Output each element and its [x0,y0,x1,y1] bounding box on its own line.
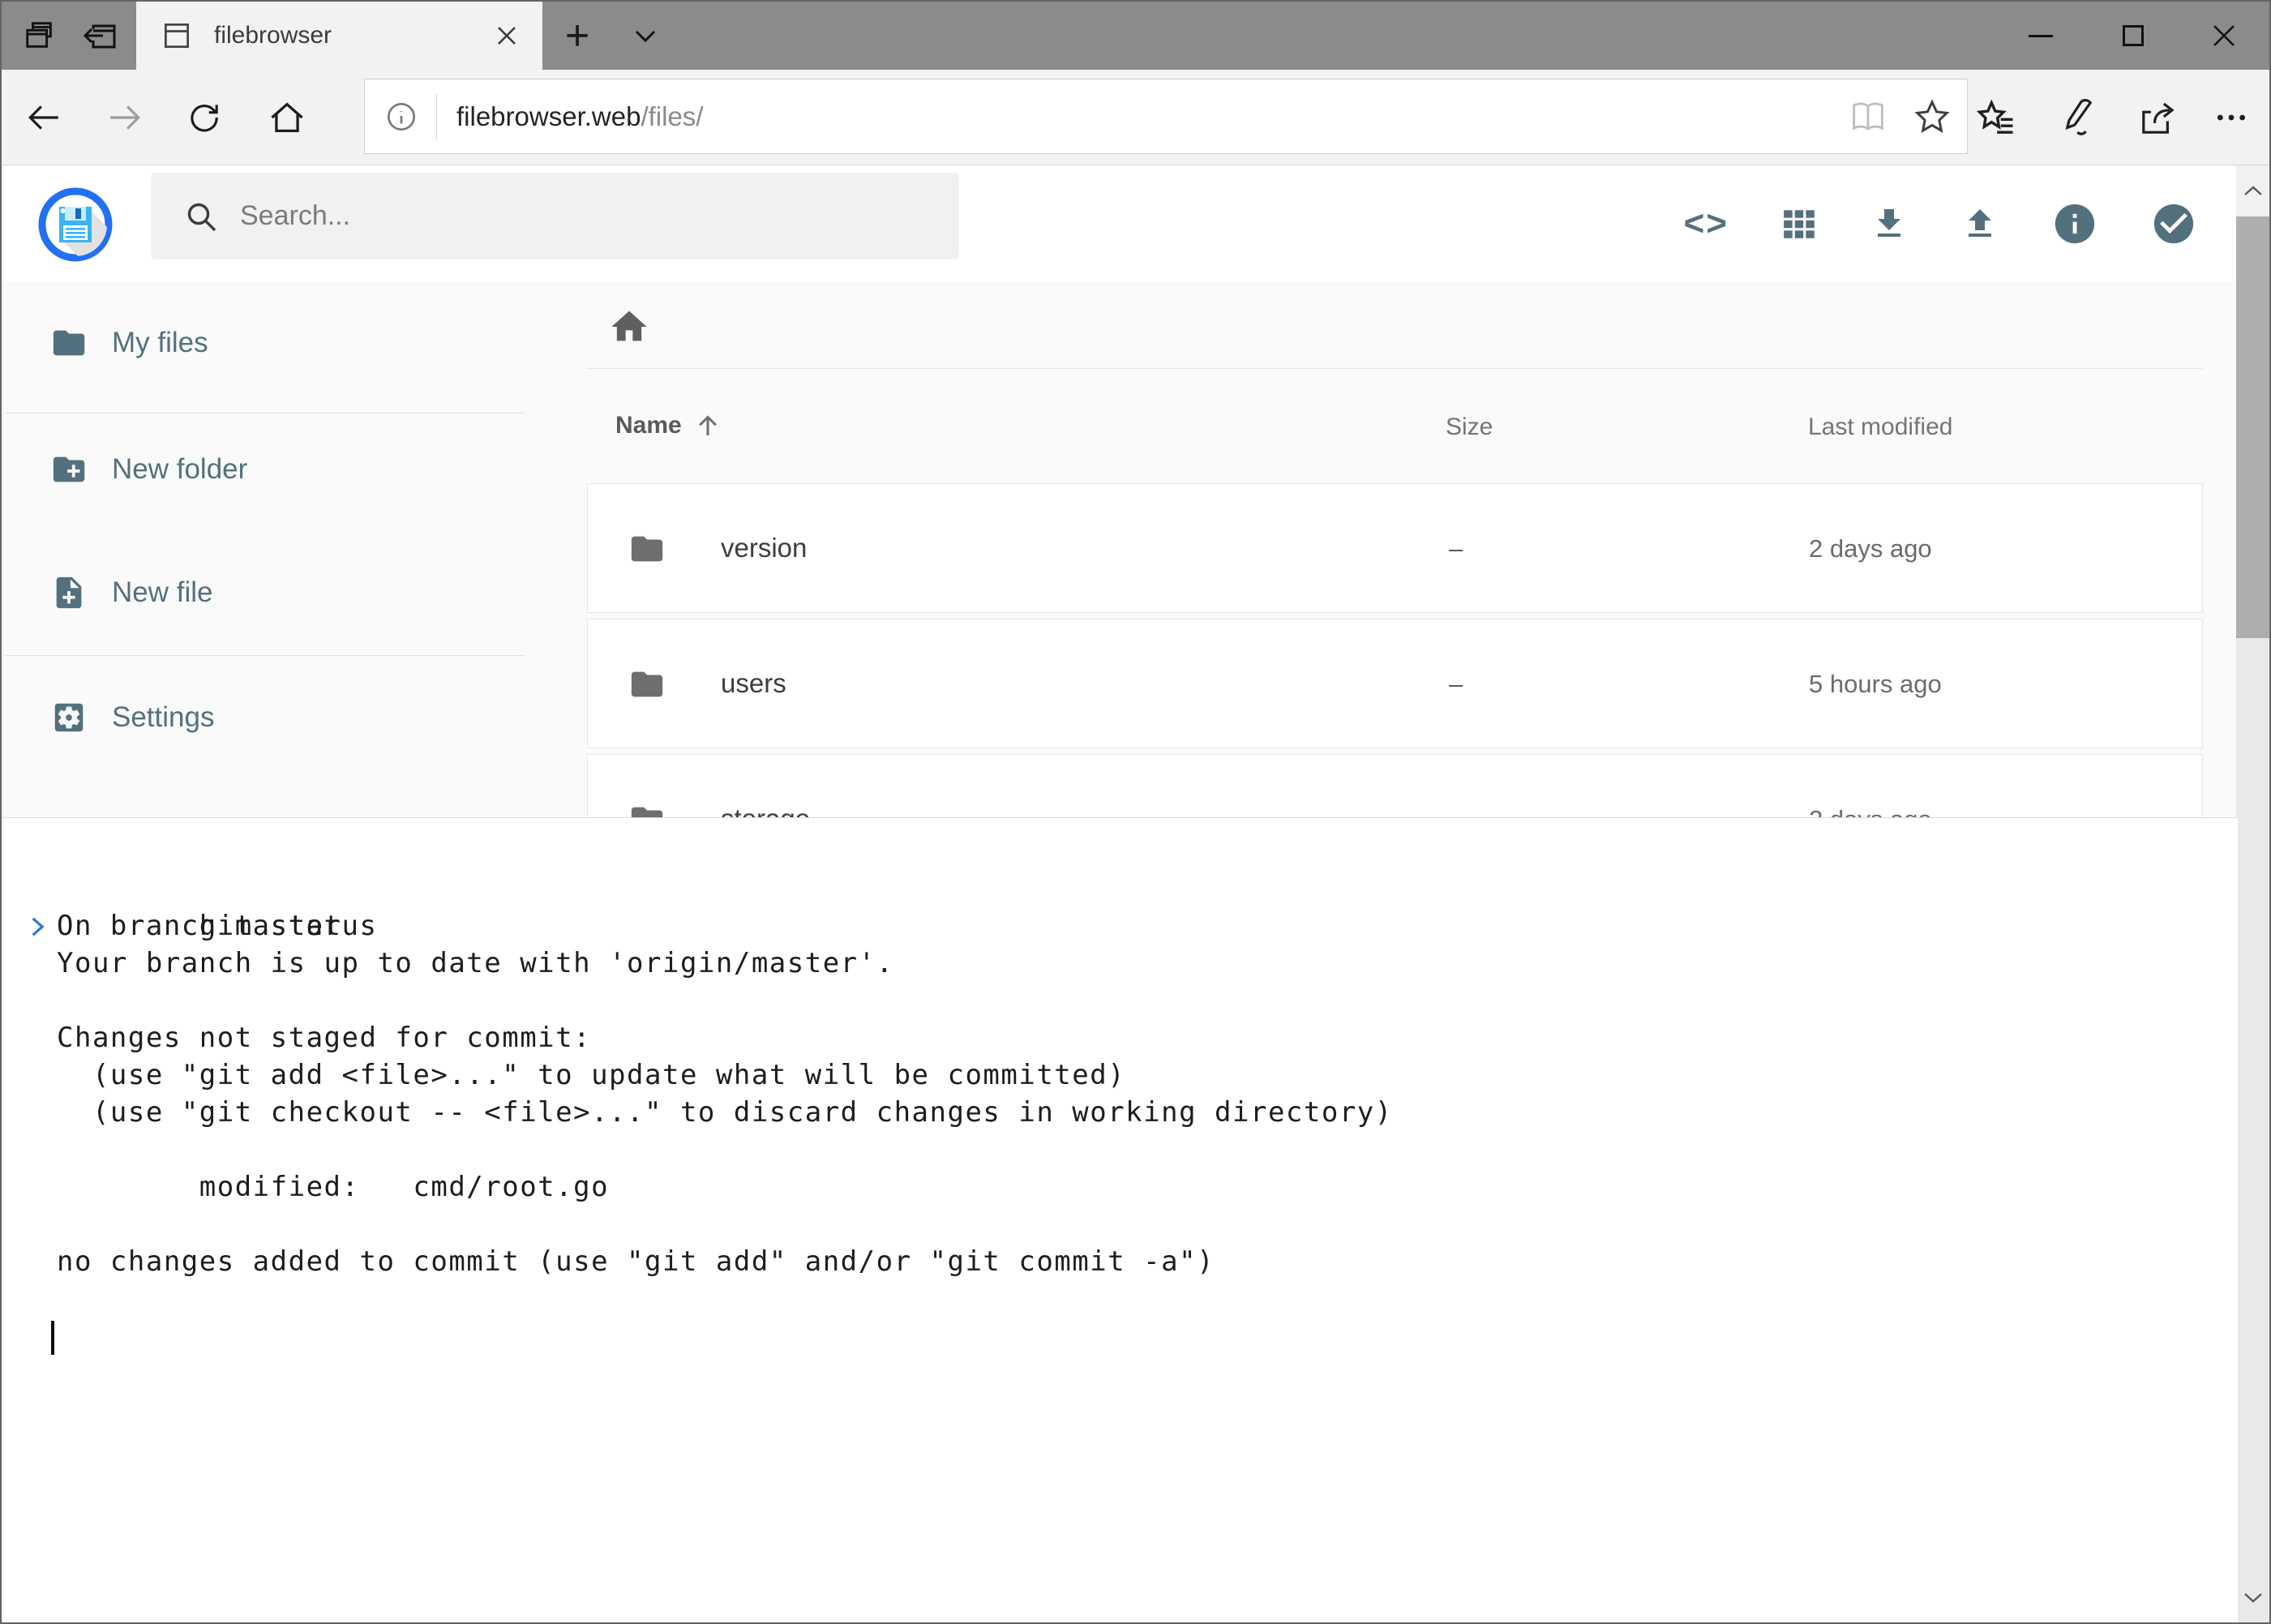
site-info-icon[interactable] [383,98,420,135]
web-note-pen-icon[interactable] [2040,70,2111,165]
terminal-output-line [2,982,2238,1019]
sidebar-item-label: Settings [112,701,214,734]
search-box[interactable] [151,173,959,259]
tab-preview-icon[interactable] [13,2,66,70]
title-bar: filebrowser + [2,2,2269,70]
terminal-output-line [2,1131,2238,1168]
file-size: – [1449,534,1463,563]
new-folder-icon [50,451,88,488]
scroll-down-icon[interactable] [2236,1571,2269,1622]
scrollbar-thumb[interactable] [2236,216,2269,638]
sidebar-item-label: New file [112,576,212,609]
hub-favorites-icon[interactable] [1960,70,2032,165]
terminal-cursor [51,1321,54,1355]
file-row-version[interactable]: version – 2 days ago [587,483,2203,613]
filebrowser-logo[interactable] [37,186,114,263]
sidebar-divider [5,655,525,656]
file-size: – [1449,670,1463,699]
settings-gear-icon [50,699,88,736]
back-icon[interactable] [8,70,79,165]
forward-icon[interactable] [89,70,161,165]
terminal-output-line: Your branch is up to date with 'origin/m… [2,945,2238,982]
url-text[interactable]: filebrowser.web/files/ [456,101,1847,132]
share-icon[interactable] [2123,70,2194,165]
terminal-output-line: On branch master [2,907,2238,945]
minimize-button[interactable] [2006,2,2076,70]
raw-code-view-icon[interactable]: <> [1684,204,1729,244]
maximize-button[interactable] [2098,2,2168,70]
settings-more-icon[interactable] [2197,70,2265,165]
breadcrumb-divider [587,368,2203,369]
app-header: <> [2,165,2238,281]
browser-window: filebrowser + [0,0,2271,1624]
file-name: users [721,668,786,699]
favorite-star-icon[interactable] [1912,96,1952,137]
browser-toolbar: filebrowser.web/files/ [2,70,2269,165]
info-icon[interactable] [2051,200,2098,247]
sidebar-item-label: My files [112,327,208,359]
folder-icon [50,324,88,362]
terminal-output-line: (use "git checkout -- <file>..." to disc… [2,1094,2238,1131]
terminal-output-line: (use "git add <file>..." to update what … [2,1056,2238,1094]
address-divider [436,94,437,139]
terminal-output-line: Changes not staged for commit: [2,1019,2238,1056]
terminal-output-line: no changes added to commit (use "git add… [2,1243,2238,1280]
sidebar-item-my-files[interactable]: My files [2,307,537,379]
tab-page-icon [161,19,193,52]
column-header-size[interactable]: Size [1446,413,1493,441]
url-path: /files/ [641,101,703,131]
filebrowser-app: <> [2,165,2238,1622]
reading-view-icon[interactable] [1847,99,1889,135]
search-input[interactable] [240,200,905,232]
breadcrumb-home-icon[interactable] [606,304,652,349]
terminal-output-line: modified: cmd/root.go [2,1168,2238,1206]
terminal-output-line [2,1206,2238,1243]
list-header: Name Size Last modified [587,411,2203,460]
sidebar-item-label: New folder [112,453,247,486]
close-button[interactable] [2189,2,2259,70]
download-icon[interactable] [1870,204,1909,243]
set-tabs-aside-icon[interactable] [73,2,126,70]
sidebar-item-settings[interactable]: Settings [2,682,537,753]
terminal-cursor-line [2,1318,2238,1355]
new-file-icon [50,574,88,611]
grid-view-icon[interactable] [1780,205,1818,242]
scroll-up-icon[interactable] [2236,165,2269,216]
refresh-icon[interactable] [169,70,240,165]
upload-icon[interactable] [1960,204,1999,243]
new-tab-button[interactable]: + [546,2,608,70]
terminal-prompt-line: git status [2,833,2238,870]
home-icon[interactable] [251,70,323,165]
sidebar-item-new-file[interactable]: New file [2,557,537,628]
sidebar-item-new-folder[interactable]: New folder [2,434,537,505]
sort-ascending-icon [693,411,722,440]
folder-icon [628,530,666,568]
search-icon [183,199,219,234]
tab-list-chevron-icon[interactable] [615,2,676,70]
file-modified: 5 hours ago [1809,670,1942,699]
column-header-modified[interactable]: Last modified [1808,413,1952,441]
url-host: filebrowser.web [456,101,641,131]
address-bar[interactable]: filebrowser.web/files/ [364,79,1968,154]
file-modified: 2 days ago [1809,534,1932,563]
page-scrollbar[interactable] [2236,165,2269,1622]
column-header-name[interactable]: Name [615,411,722,440]
tab-title: filebrowser [214,22,482,49]
browser-tab[interactable]: filebrowser [136,2,542,70]
folder-icon [628,666,666,703]
terminal-blank-line [2,1280,2238,1318]
tab-close-icon[interactable] [482,11,531,60]
terminal-panel[interactable]: git status On branch master Your branch … [2,817,2238,1622]
file-name: version [721,533,807,563]
terminal-output-line [2,870,2238,907]
select-check-icon[interactable] [2150,200,2197,247]
file-row-users[interactable]: users – 5 hours ago [587,619,2203,748]
